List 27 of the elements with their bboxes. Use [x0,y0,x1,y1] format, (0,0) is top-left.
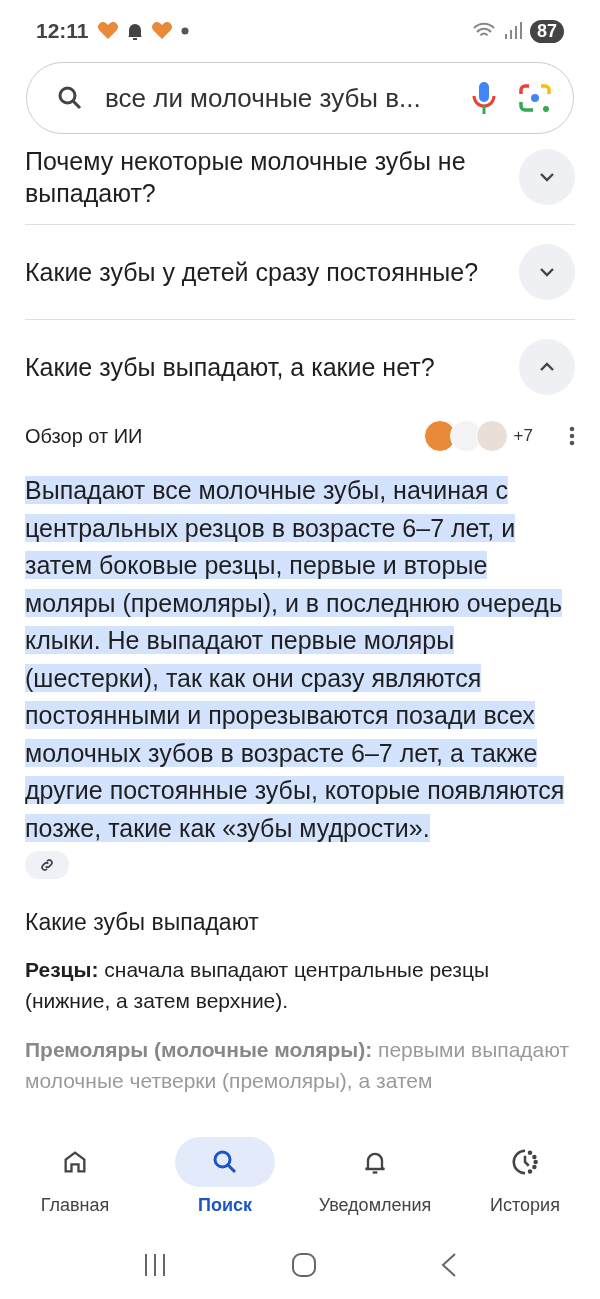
bell-icon [126,22,143,40]
nav-tab[interactable]: Уведомления [300,1131,450,1231]
nav-tab[interactable]: История [450,1131,600,1231]
answer-point: Резцы: сначала выпадают центральные резцы (нижние, а затем верхние). [25,957,491,1014]
sources-count[interactable]: +7 [513,426,533,446]
answer-point: Премоляры (молочные моляры): первыми выпадают молочные четверки (премоляры), а затем [25,1037,571,1094]
microphone-icon[interactable] [471,80,497,116]
more-icon[interactable] [569,426,575,446]
link-button[interactable] [25,851,69,879]
question-text: Какие зубы у детей сразу постоянные? [25,257,479,288]
heart-icon [150,22,173,40]
question-text: Какие зубы выпадают, а какие нет? [25,352,435,383]
nav-tab[interactable]: Главная [0,1131,150,1231]
battery-level: 87 [529,19,564,43]
answer-text: Выпадают все молочные зубы, начиная с центральных резцов в возрасте 6–7 лет, и затем боковые резцы, первые и вторые моляры (премоляры), и в последнюю очередь клыки. Не выпадают первые моляры (шестерки), так как они сразу являются постоянными и прорезываются позади всех молочных зубов в возрасте 6–7 лет, а также другие постоянные зубы, которые появляются позже, такие как «зубы мудрости». [25,475,566,844]
status-time: 12:11 [36,19,89,43]
section-heading: Какие зубы выпадают [25,909,260,936]
link-icon [39,857,55,873]
signal-icon [503,22,522,40]
ai-overview-title: Обзор от ИИ [25,424,143,448]
question-text: Почему некоторые молочные зубы не выпадают? [25,146,467,209]
nav-tab[interactable]: Поиск [150,1131,300,1231]
search-query: все ли молочные зубы в... [105,82,422,114]
home-button-icon[interactable] [291,1252,317,1278]
heart-icon [96,22,119,40]
history-icon [510,1147,540,1177]
dot-icon [180,27,189,35]
